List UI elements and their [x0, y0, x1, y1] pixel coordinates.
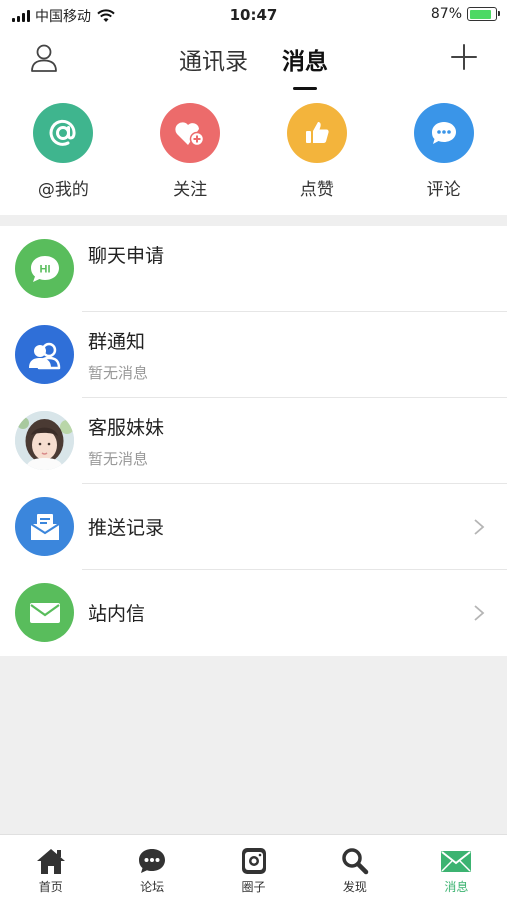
list-item-title: 客服妹妹 [88, 417, 165, 439]
forum-icon [139, 849, 166, 873]
list-item-title: 推送记录 [88, 517, 165, 539]
list-item-title: 站内信 [88, 603, 146, 625]
message-icon [441, 851, 472, 872]
home-icon [36, 849, 65, 874]
list-item-title: 聊天申请 [88, 245, 165, 267]
discover-icon [342, 848, 369, 875]
customer-service-avatar [15, 411, 74, 470]
tab-label: 首页 [38, 880, 63, 894]
tab-forum[interactable]: 论坛 [101, 835, 202, 900]
quick-action-label: @我的 [37, 180, 89, 200]
list-item-title: 群通知 [88, 331, 146, 353]
tab-label: 消息 [444, 880, 469, 894]
tab-home[interactable]: 首页 [0, 835, 101, 900]
svg-text:HI: HI [39, 263, 50, 275]
quick-action-label: 评论 [426, 180, 461, 200]
push-record-icon [15, 497, 74, 556]
quick-action-label: 点赞 [299, 180, 334, 200]
tab-messages-bottom[interactable]: 消息 [406, 835, 507, 900]
bottom-tab-bar: 首页 论坛 圈子 发现 消息 [0, 834, 507, 900]
tab-discover[interactable]: 发现 [304, 835, 405, 900]
circle-icon [241, 848, 266, 874]
tab-label: 圈子 [241, 880, 266, 894]
list-item-push-records[interactable]: 推送记录 [0, 484, 507, 570]
chevron-right-icon [474, 519, 485, 535]
chevron-right-icon [474, 605, 485, 621]
list-item-group-notice[interactable]: 群通知 暂无消息 [0, 312, 507, 398]
list-item-customer-service[interactable]: 客服妹妹 暂无消息 [0, 398, 507, 484]
heart-plus-icon [160, 103, 221, 163]
group-icon [15, 325, 74, 384]
status-bar: 中国移动 10:47 87% [0, 0, 507, 32]
list-item-inbox[interactable]: 站内信 [0, 570, 507, 656]
tab-contacts[interactable]: 通讯录 [179, 42, 248, 90]
list-item-subtitle: 暂无消息 [88, 364, 149, 382]
battery-icon [467, 7, 500, 21]
message-list: HI 聊天申请 群通知 暂无消息 客服妹妹 暂无消息 推送记录 站内信 [0, 226, 507, 656]
mail-icon [15, 583, 74, 642]
comment-icon [413, 103, 474, 163]
quick-action-label: 关注 [173, 180, 208, 200]
quick-action-mentions[interactable]: @我的 [0, 90, 127, 215]
at-icon [33, 103, 94, 163]
plus-icon[interactable] [449, 42, 479, 72]
tab-label: 论坛 [140, 880, 165, 894]
quick-action-comments[interactable]: 评论 [380, 90, 507, 215]
list-item-chat-requests[interactable]: HI 聊天申请 [0, 226, 507, 312]
quick-actions: @我的 关注 点赞 评论 [0, 90, 507, 215]
tab-messages[interactable]: 消息 [282, 42, 328, 90]
status-right: 87% [430, 6, 500, 22]
quick-action-likes[interactable]: 点赞 [254, 90, 381, 215]
battery-percent: 87% [430, 6, 462, 22]
quick-action-follow[interactable]: 关注 [127, 90, 254, 215]
top-tabs: 通讯录 消息 [0, 42, 507, 90]
thumbs-up-icon [286, 103, 347, 163]
hi-chat-icon: HI [15, 239, 74, 298]
tab-circle[interactable]: 圈子 [203, 835, 304, 900]
list-item-subtitle: 暂无消息 [88, 450, 149, 468]
top-nav: 通讯录 消息 [0, 32, 507, 90]
tab-label: 发现 [342, 880, 367, 894]
